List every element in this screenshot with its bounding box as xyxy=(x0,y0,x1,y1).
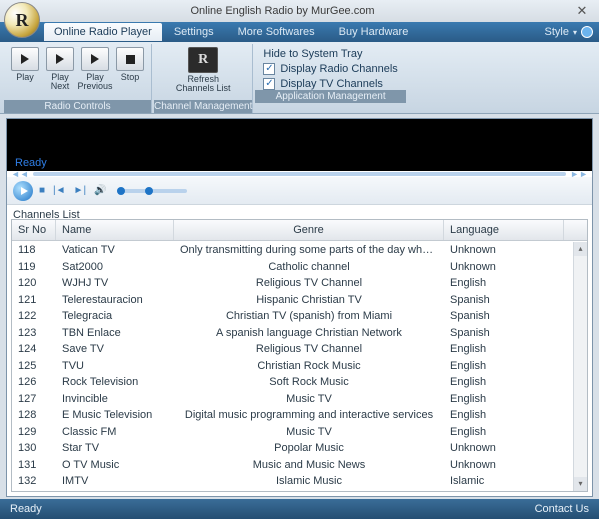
display-tv-checkbox[interactable]: Display TV Channels xyxy=(263,78,397,90)
app-logo: R xyxy=(4,2,40,38)
refresh-icon: R xyxy=(188,47,218,73)
ribbon: Play Play Next Play Previous Stop Radio … xyxy=(0,42,599,114)
col-genre[interactable]: Genre xyxy=(174,220,444,240)
tab-online-radio-player[interactable]: Online Radio Player xyxy=(44,23,162,41)
play-button[interactable]: Play xyxy=(8,46,42,100)
transport-bar: ■ |◄ ►| 🔊 xyxy=(7,177,592,205)
tab-more-softwares[interactable]: More Softwares xyxy=(226,23,327,41)
channels-grid: Sr No Name Genre Language 118Vatican TVO… xyxy=(11,219,588,492)
table-row[interactable]: 125TVUChristian Rock MusicEnglish xyxy=(12,358,573,375)
transport-next-icon[interactable]: ►| xyxy=(72,185,89,196)
table-row[interactable]: 130Star TVPopolar MusicUnknown xyxy=(12,440,573,457)
grid-body[interactable]: 118Vatican TVOnly transmitting during so… xyxy=(12,242,573,491)
group-label: Channel Management xyxy=(154,100,252,113)
window-title: Online English Radio by MurGee.com xyxy=(0,5,565,17)
col-language[interactable]: Language xyxy=(444,220,564,240)
content-frame: Ready ◄◄ ►► ■ |◄ ►| 🔊 Channels List Sr N… xyxy=(6,118,593,497)
table-row[interactable]: 129Classic FMMusic TVEnglish xyxy=(12,424,573,441)
stop-button[interactable]: Stop xyxy=(113,46,147,100)
contact-us-link[interactable]: Contact Us xyxy=(535,503,589,515)
help-icon[interactable] xyxy=(581,26,593,38)
checkbox-icon xyxy=(263,63,275,75)
status-bar: Ready Contact Us xyxy=(0,499,599,519)
menu-strip: Online Radio Player Settings More Softwa… xyxy=(0,22,599,42)
play-icon xyxy=(21,54,29,64)
table-row[interactable]: 124Save TVReligious TV ChannelEnglish xyxy=(12,341,573,358)
table-row[interactable]: 133Hit StationMusic TV ChannelUnknown xyxy=(12,490,573,492)
group-channel-management: R Refresh Channels List Channel Manageme… xyxy=(154,44,253,113)
transport-mute-icon[interactable]: 🔊 xyxy=(92,185,108,196)
vertical-scrollbar[interactable]: ▴ ▾ xyxy=(573,242,587,491)
hide-to-tray-link[interactable]: Hide to System Tray xyxy=(263,48,397,60)
scroll-down-icon[interactable]: ▾ xyxy=(574,477,587,491)
table-row[interactable]: 126Rock TelevisionSoft Rock MusicEnglish xyxy=(12,374,573,391)
close-icon[interactable]: ✕ xyxy=(565,3,599,19)
play-icon xyxy=(56,54,64,64)
video-display: Ready xyxy=(7,119,592,171)
transport-stop-icon[interactable]: ■ xyxy=(37,185,47,196)
table-row[interactable]: 118Vatican TVOnly transmitting during so… xyxy=(12,242,573,259)
stop-icon xyxy=(126,55,135,64)
table-row[interactable]: 128E Music TelevisionDigital music progr… xyxy=(12,407,573,424)
play-icon xyxy=(91,54,99,64)
table-row[interactable]: 131O TV MusicMusic and Music NewsUnknown xyxy=(12,457,573,474)
table-row[interactable]: 123TBN EnlaceA spanish language Christia… xyxy=(12,325,573,342)
tab-settings[interactable]: Settings xyxy=(162,23,226,41)
refresh-channels-button[interactable]: R Refresh Channels List xyxy=(173,46,233,100)
table-row[interactable]: 122TelegraciaChristian TV (spanish) from… xyxy=(12,308,573,325)
group-application-management: Hide to System Tray Display Radio Channe… xyxy=(255,44,405,113)
scroll-up-icon[interactable]: ▴ xyxy=(574,242,587,256)
status-left: Ready xyxy=(10,503,42,515)
seek-bar[interactable] xyxy=(33,172,566,176)
table-row[interactable]: 119Sat2000Catholic channelUnknown xyxy=(12,259,573,276)
table-row[interactable]: 127InvincibleMusic TVEnglish xyxy=(12,391,573,408)
play-next-button[interactable]: Play Next xyxy=(43,46,77,100)
group-radio-controls: Play Play Next Play Previous Stop Radio … xyxy=(4,44,152,113)
player-status: Ready xyxy=(15,157,47,169)
grid-header: Sr No Name Genre Language xyxy=(12,220,587,241)
display-radio-checkbox[interactable]: Display Radio Channels xyxy=(263,63,397,75)
tab-buy-hardware[interactable]: Buy Hardware xyxy=(327,23,421,41)
col-name[interactable]: Name xyxy=(56,220,174,240)
table-row[interactable]: 121TelerestauracionHispanic Christian TV… xyxy=(12,292,573,309)
group-label: Radio Controls xyxy=(4,100,151,113)
title-bar: Online English Radio by MurGee.com ✕ xyxy=(0,0,599,22)
table-row[interactable]: 132IMTVIslamic MusicIslamic xyxy=(12,473,573,490)
style-menu[interactable]: Style ▾ xyxy=(539,26,599,38)
checkbox-icon xyxy=(263,78,275,90)
transport-prev-icon[interactable]: |◄ xyxy=(51,185,68,196)
volume-slider[interactable] xyxy=(117,189,187,193)
table-row[interactable]: 120WJHJ TVReligious TV ChannelEnglish xyxy=(12,275,573,292)
play-previous-button[interactable]: Play Previous xyxy=(78,46,112,100)
col-srno[interactable]: Sr No xyxy=(12,220,56,240)
chevron-down-icon: ▾ xyxy=(573,28,577,37)
group-label: Application Management xyxy=(255,90,405,103)
transport-play-button[interactable] xyxy=(13,181,33,201)
